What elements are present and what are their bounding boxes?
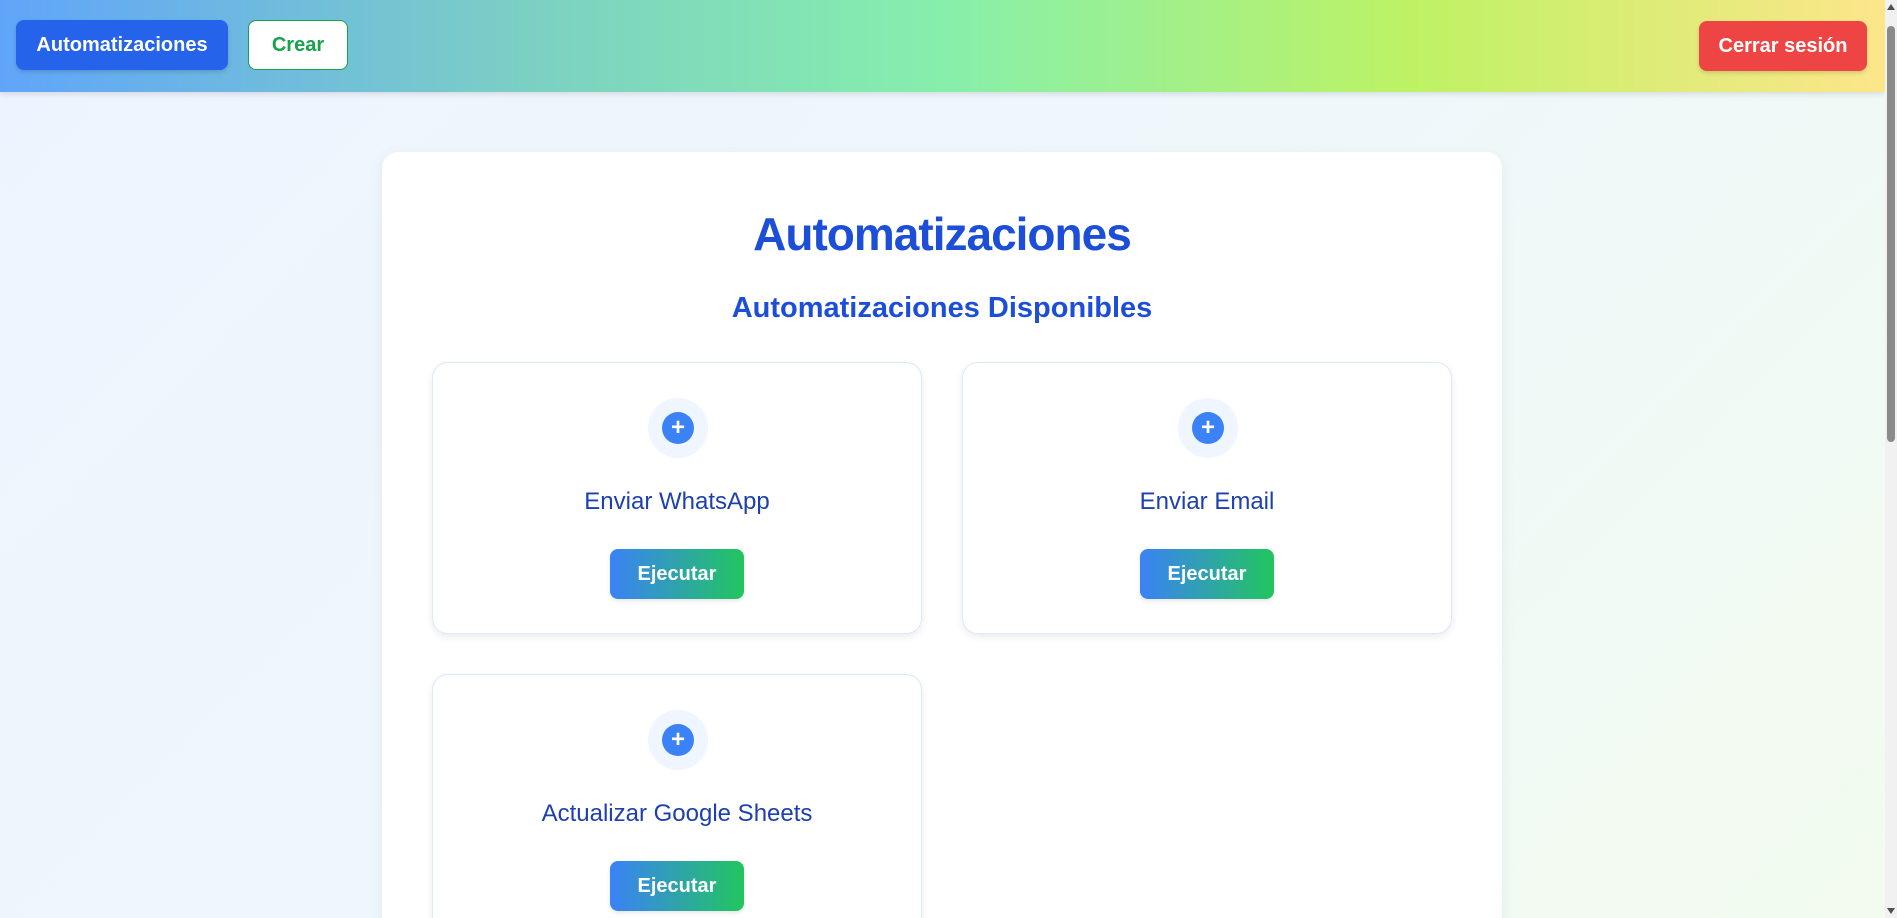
- icon-container: +: [648, 710, 708, 770]
- plus-icon: +: [662, 412, 694, 444]
- scrollbar-thumb[interactable]: [1887, 26, 1895, 442]
- automation-card-google-sheets: + Actualizar Google Sheets Ejecutar: [432, 674, 922, 918]
- card-title: Enviar WhatsApp: [584, 488, 770, 515]
- automatizaciones-nav-button[interactable]: Automatizaciones: [16, 20, 228, 70]
- page-title: Automatizaciones: [753, 208, 1132, 260]
- top-navbar: Automatizaciones Crear Cerrar sesión: [0, 0, 1885, 92]
- card-title: Actualizar Google Sheets: [541, 800, 813, 827]
- automation-card-email: + Enviar Email Ejecutar: [962, 362, 1452, 634]
- scroll-down-arrow-icon[interactable]: [1887, 908, 1895, 914]
- icon-container: +: [648, 398, 708, 458]
- logout-button[interactable]: Cerrar sesión: [1699, 21, 1867, 71]
- run-whatsapp-button[interactable]: Ejecutar: [610, 549, 744, 599]
- vertical-scrollbar[interactable]: [1885, 0, 1897, 918]
- scroll-up-arrow-icon[interactable]: [1887, 4, 1895, 10]
- run-email-button[interactable]: Ejecutar: [1140, 549, 1274, 599]
- plus-icon: +: [1192, 412, 1224, 444]
- card-title: Enviar Email: [1139, 488, 1275, 515]
- section-title: Automatizaciones Disponibles: [731, 292, 1153, 324]
- icon-container: +: [1178, 398, 1238, 458]
- run-google-sheets-button[interactable]: Ejecutar: [610, 861, 744, 911]
- automation-card-whatsapp: + Enviar WhatsApp Ejecutar: [432, 362, 922, 634]
- crear-nav-button[interactable]: Crear: [248, 20, 348, 70]
- automations-panel: Automatizaciones Automatizaciones Dispon…: [382, 152, 1502, 918]
- plus-icon: +: [662, 724, 694, 756]
